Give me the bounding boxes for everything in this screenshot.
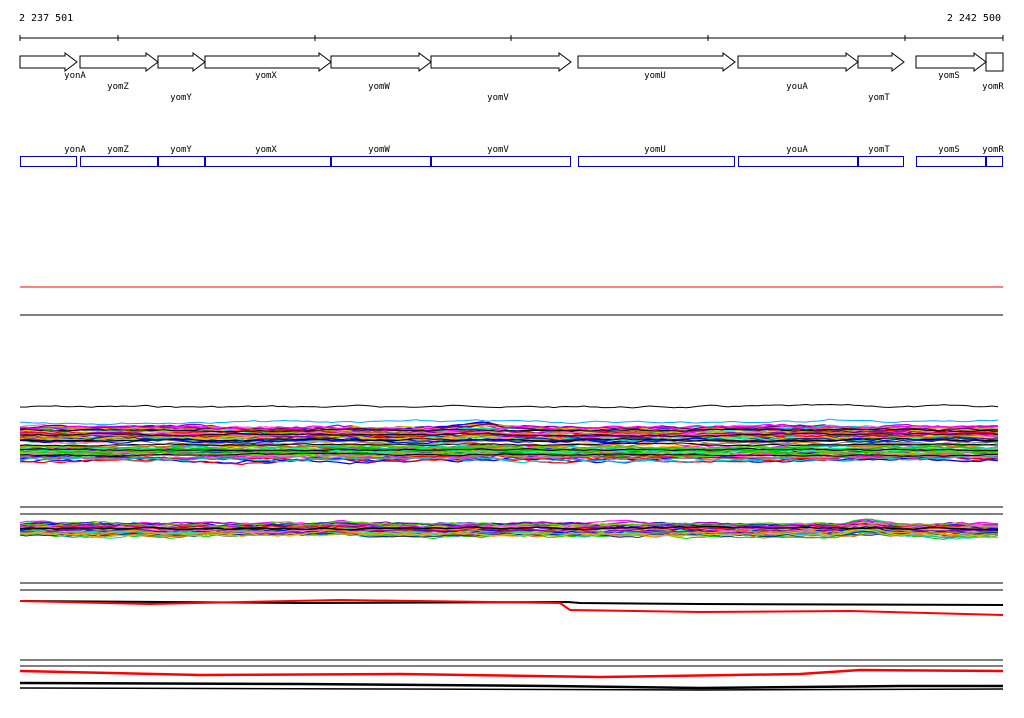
gene-arrow-shape (985, 52, 1004, 72)
gene-arrow-shape (915, 52, 987, 72)
gene-arrow-track: yonA yomZ yomY yomX yomW yomV yomU youA yomT yomS… (19, 52, 1004, 103)
gene-arrow-yomZ[interactable]: yomZ (79, 52, 159, 92)
profile-cyan (19, 418, 999, 426)
gene-arrow-label: yomY (170, 93, 192, 103)
rb2-red-line (19, 668, 1004, 679)
gene-box-yomU[interactable]: yomU (578, 145, 735, 167)
rb2-black-line (19, 681, 1003, 690)
gene-arrow-youA[interactable]: youA (737, 52, 859, 92)
gene-box-label: yomS (938, 145, 960, 155)
gene-box-rect (986, 156, 1003, 167)
gene-arrow-label: yomX (255, 71, 277, 81)
rb2-black-line-2 (19, 687, 1004, 691)
secondary-profiles-track (19, 506, 1003, 584)
gene-box-rect (431, 156, 571, 167)
gene-arrow-shape (204, 52, 332, 72)
gene-box-yomY[interactable]: yomY (158, 145, 205, 167)
gene-arrow-label: yomT (868, 93, 890, 103)
gene-box-youA[interactable]: youA (738, 145, 858, 167)
gene-arrow-yomU[interactable]: yomU (577, 52, 736, 81)
gene-box-label: yomZ (107, 145, 129, 155)
gene-arrow-label: yomW (368, 82, 390, 92)
gene-arrow-label: yomR (982, 82, 1004, 92)
gene-arrow-yomR[interactable]: yomR (982, 52, 1004, 92)
gene-box-yomX[interactable]: yomX (205, 145, 331, 167)
gene-arrow-label: yonA (64, 71, 86, 81)
gene-arrow-yomV[interactable]: yomV (430, 52, 572, 103)
gene-box-yonA[interactable]: yonA (20, 145, 87, 167)
gene-arrow-label: youA (786, 82, 808, 92)
genome-track-canvas[interactable]: yonA yomZ yomY yomX yomW yomV yomU youA yomT yomS… (0, 0, 1024, 714)
gene-box-rect (20, 156, 77, 167)
gene-arrow-label: yomZ (107, 82, 129, 92)
gene-box-yomW[interactable]: yomW (331, 145, 431, 167)
gene-box-rect (205, 156, 331, 167)
gene-box-label: yomY (170, 145, 192, 155)
gene-arrow-label: yomV (487, 93, 509, 103)
threshold-track (20, 286, 1003, 316)
gene-arrow-shape (737, 52, 859, 72)
gene-arrow-label: yomU (644, 71, 666, 81)
gene-arrow-yomS[interactable]: yomS (915, 52, 987, 81)
gene-arrow-label: yomS (938, 71, 960, 81)
gene-box-label: yomW (368, 145, 390, 155)
gene-box-rect (858, 156, 904, 167)
gene-arrow-yonA[interactable]: yonA (19, 52, 86, 81)
gene-box-label: yonA (64, 145, 86, 155)
gene-arrow-shape (577, 52, 736, 72)
gene-arrow-shape (330, 52, 432, 72)
gene-box-rect (578, 156, 735, 167)
gene-box-label: yomX (255, 145, 277, 155)
gene-box-rect (916, 156, 986, 167)
gene-box-yomZ[interactable]: yomZ (80, 145, 158, 167)
gene-arrow-shape (430, 52, 572, 72)
gene-box-yomT[interactable]: yomT (858, 145, 904, 167)
red-black-track-2 (19, 665, 1004, 691)
gene-annotation-track: yonA yomZ yomY yomX yomW yomV yomU youA yomT yomS… (20, 145, 1004, 167)
gene-arrow-yomW[interactable]: yomW (330, 52, 432, 92)
expression-profiles-track (19, 403, 999, 466)
gene-arrow-shape (157, 52, 206, 72)
region-start-coordinate: 2 237 501 (19, 13, 74, 24)
gene-arrow-yomX[interactable]: yomX (204, 52, 332, 81)
region-end-coordinate: 2 242 500 (946, 13, 1001, 24)
gene-box-rect (738, 156, 858, 167)
coordinate-ruler (19, 35, 1004, 41)
gene-box-label: yomR (982, 145, 1004, 155)
gene-arrow-shape (79, 52, 159, 72)
gene-box-yomV[interactable]: yomV (431, 145, 571, 167)
gene-box-label: yomV (487, 145, 509, 155)
gene-box-label: yomU (644, 145, 666, 155)
red-black-track-1 (19, 589, 1004, 661)
genome-browser-viewer: 2 237 501 2 242 500 yonA yomZ yomY yomX yomW… (0, 0, 1024, 714)
gene-box-label: youA (786, 145, 808, 155)
gene-box-yomS[interactable]: yomS (916, 145, 986, 167)
gene-box-rect (158, 156, 205, 167)
gene-box-rect (331, 156, 431, 167)
gene-box-rect (80, 156, 158, 167)
gene-arrow-shape (19, 52, 78, 72)
gene-box-label: yomT (868, 145, 890, 155)
gene-arrow-yomT[interactable]: yomT (857, 52, 905, 103)
profile-top-black (19, 403, 999, 409)
gene-arrow-yomY[interactable]: yomY (157, 52, 206, 103)
gene-arrow-shape (857, 52, 905, 72)
